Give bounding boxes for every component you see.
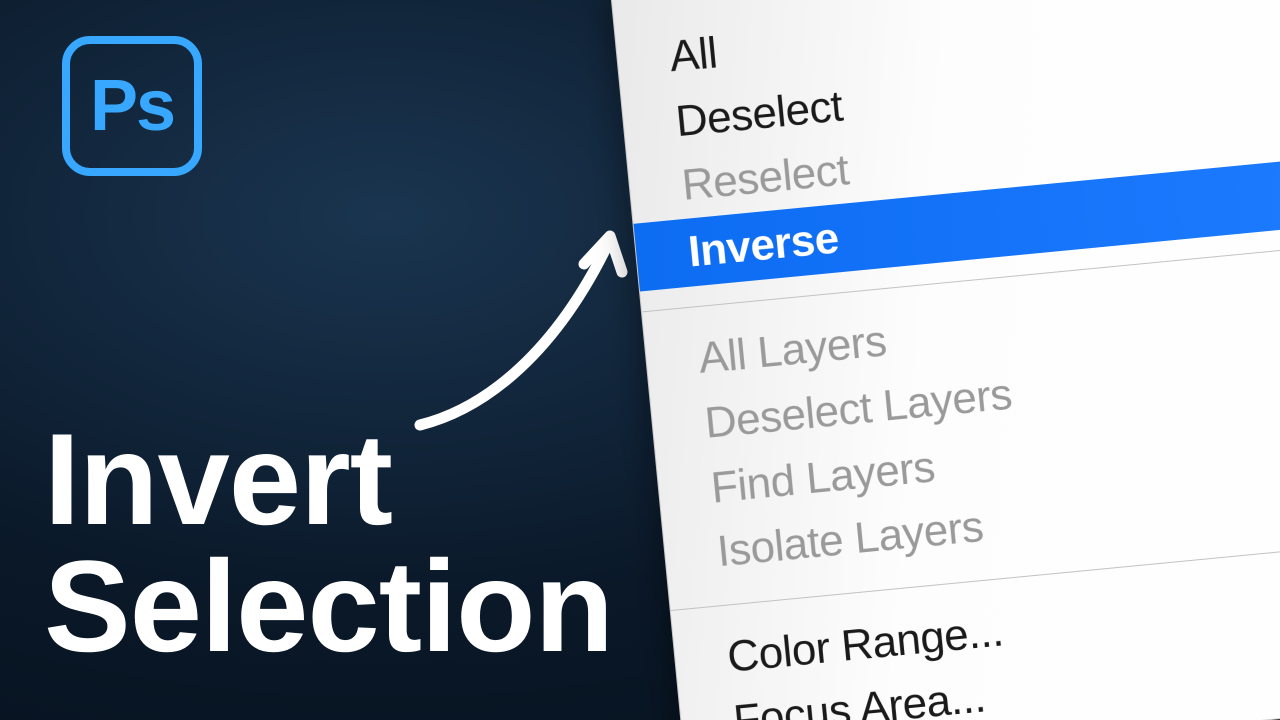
title-line-2: Selection <box>44 543 613 670</box>
photoshop-icon-label: Ps <box>90 65 174 147</box>
arrow-icon <box>400 210 640 440</box>
page-title: Invert Selection <box>44 416 613 671</box>
select-menu: All Deselect Reselect Inverse All Layers… <box>610 0 1280 720</box>
select-menu-panel: All Deselect Reselect Inverse All Layers… <box>610 0 1280 720</box>
photoshop-icon: Ps <box>62 36 202 176</box>
